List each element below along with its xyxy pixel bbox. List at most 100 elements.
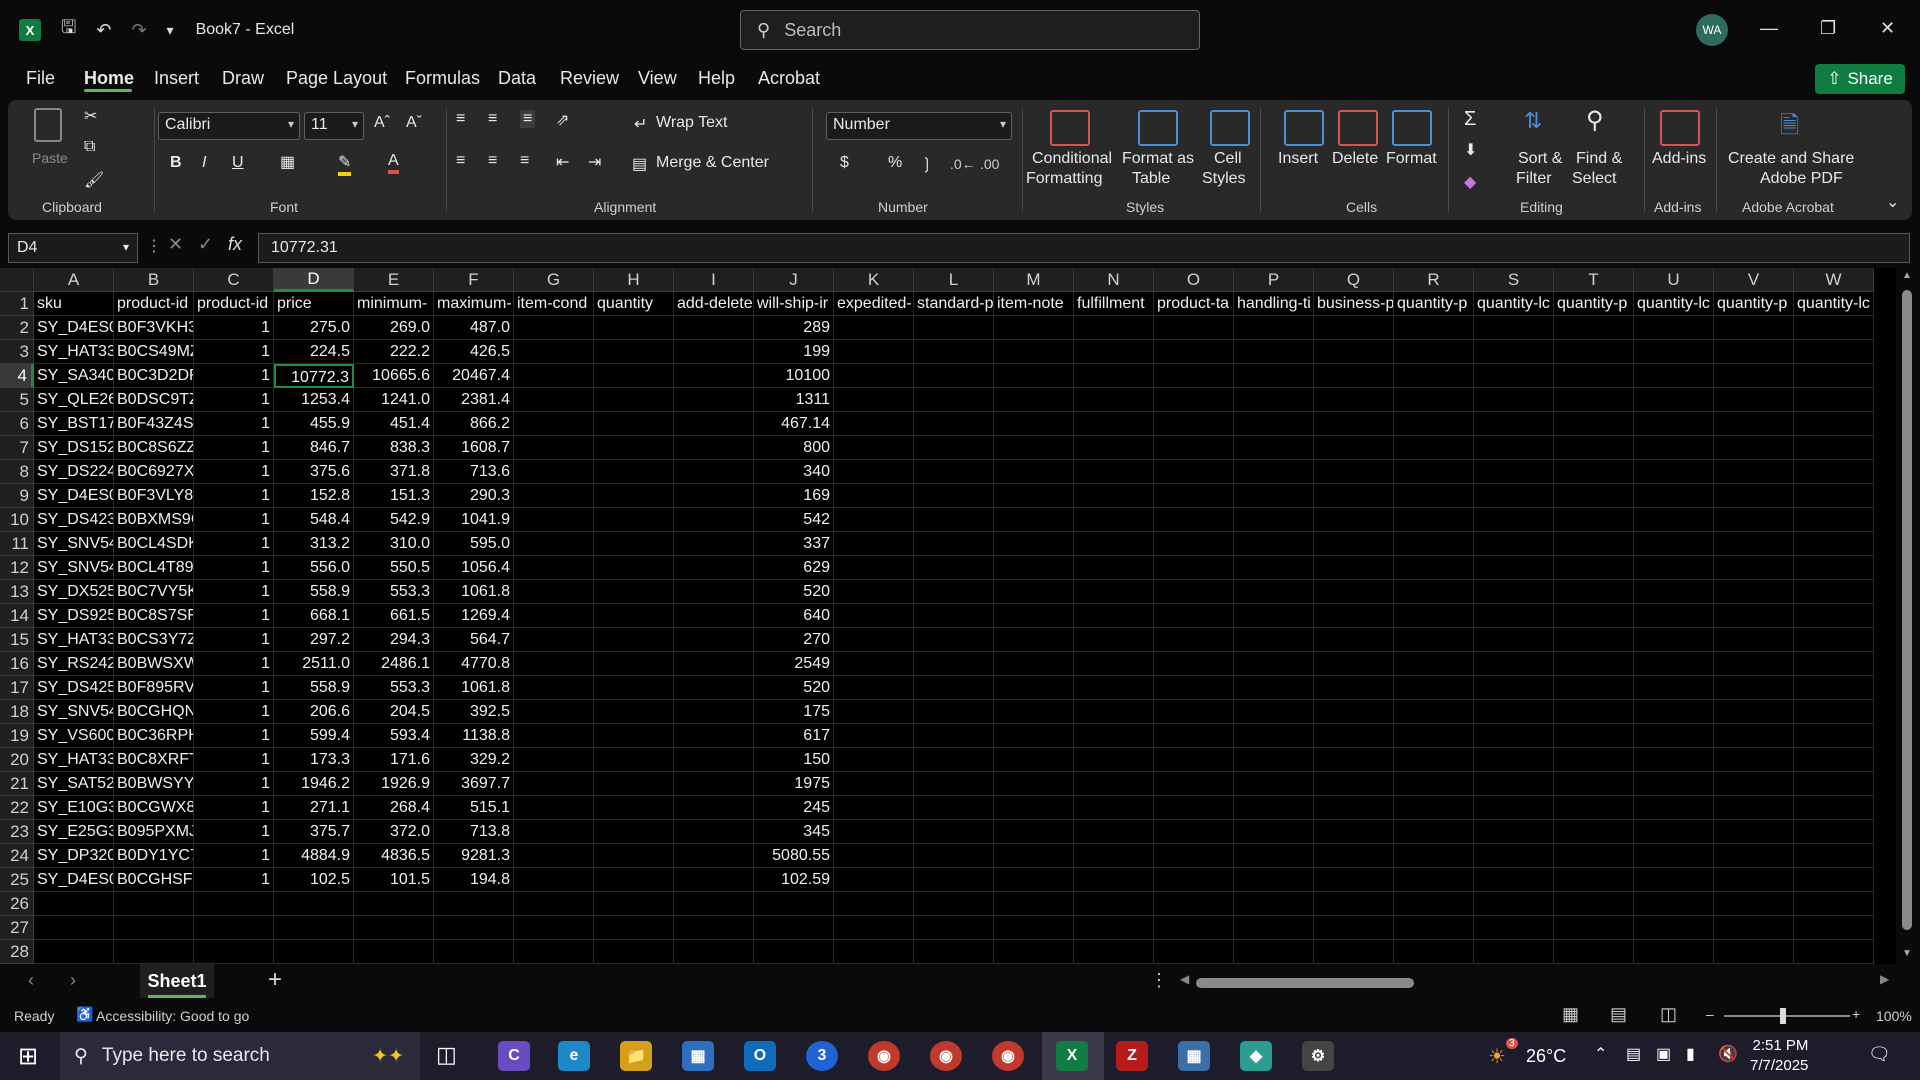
cell-b17[interactable]: B0F895RV (114, 676, 194, 700)
cell-s23[interactable] (1474, 820, 1554, 844)
cell-h27[interactable] (594, 916, 674, 940)
cell-t26[interactable] (1554, 892, 1634, 916)
cell-k27[interactable] (834, 916, 914, 940)
row-header-19[interactable]: 19 (0, 724, 34, 748)
cell-e10[interactable]: 542.9 (354, 508, 434, 532)
teams-icon[interactable]: 3 (806, 1041, 838, 1071)
cell-l7[interactable] (914, 436, 994, 460)
cell-k20[interactable] (834, 748, 914, 772)
cell-n6[interactable] (1074, 412, 1154, 436)
cell-m2[interactable] (994, 316, 1074, 340)
cell-v9[interactable] (1714, 484, 1794, 508)
cell-q18[interactable] (1314, 700, 1394, 724)
cell-m10[interactable] (994, 508, 1074, 532)
sheet-tab-sheet1[interactable]: Sheet1 (140, 964, 214, 998)
cell-g15[interactable] (514, 628, 594, 652)
cell-n15[interactable] (1074, 628, 1154, 652)
cell-m9[interactable] (994, 484, 1074, 508)
cell-a2[interactable]: SY_D4ES0 (34, 316, 114, 340)
cell-p19[interactable] (1234, 724, 1314, 748)
cell-e16[interactable]: 2486.1 (354, 652, 434, 676)
cell-k17[interactable] (834, 676, 914, 700)
cell-k2[interactable] (834, 316, 914, 340)
cell-p5[interactable] (1234, 388, 1314, 412)
cell-f23[interactable]: 713.8 (434, 820, 514, 844)
cell-c20[interactable]: 1 (194, 748, 274, 772)
cell-d11[interactable]: 313.2 (274, 532, 354, 556)
cell-j22[interactable]: 245 (754, 796, 834, 820)
cell-b23[interactable]: B095PXMJ (114, 820, 194, 844)
row-header-9[interactable]: 9 (0, 484, 34, 508)
cell-c3[interactable]: 1 (194, 340, 274, 364)
next-sheet-icon[interactable]: › (70, 970, 76, 991)
cell-f8[interactable]: 713.6 (434, 460, 514, 484)
cell-p17[interactable] (1234, 676, 1314, 700)
cell-v13[interactable] (1714, 580, 1794, 604)
cell-i19[interactable] (674, 724, 754, 748)
cell-i7[interactable] (674, 436, 754, 460)
cell-c23[interactable]: 1 (194, 820, 274, 844)
cell-n25[interactable] (1074, 868, 1154, 892)
cell-g14[interactable] (514, 604, 594, 628)
cell-m4[interactable] (994, 364, 1074, 388)
cell-g20[interactable] (514, 748, 594, 772)
cell-h22[interactable] (594, 796, 674, 820)
clock[interactable]: 2:51 PM 7/7/2025 (1750, 1036, 1808, 1076)
cell-d9[interactable]: 152.8 (274, 484, 354, 508)
cell-r15[interactable] (1394, 628, 1474, 652)
horizontal-scroll-thumb[interactable] (1196, 978, 1414, 988)
cell-f11[interactable]: 595.0 (434, 532, 514, 556)
cell-s8[interactable] (1474, 460, 1554, 484)
cell-b14[interactable]: B0C8S7SF (114, 604, 194, 628)
cell-p1[interactable]: handling-ti (1234, 292, 1314, 316)
cell-t21[interactable] (1554, 772, 1634, 796)
edge-icon[interactable]: e (558, 1041, 590, 1071)
chevron-up-icon[interactable]: ⌃ (1594, 1044, 1607, 1064)
cell-l15[interactable] (914, 628, 994, 652)
cell-c21[interactable]: 1 (194, 772, 274, 796)
cell-j26[interactable] (754, 892, 834, 916)
cell-q11[interactable] (1314, 532, 1394, 556)
column-header-n[interactable]: N (1074, 268, 1154, 292)
taskbar-search[interactable]: ⚲ Type here to search ✦✦ (60, 1032, 420, 1080)
cell-l14[interactable] (914, 604, 994, 628)
cell-i12[interactable] (674, 556, 754, 580)
cell-r4[interactable] (1394, 364, 1474, 388)
cell-p23[interactable] (1234, 820, 1314, 844)
row-header-3[interactable]: 3 (0, 340, 34, 364)
column-header-q[interactable]: Q (1314, 268, 1394, 292)
settings-icon[interactable]: ⚙ (1302, 1041, 1334, 1071)
row-header-23[interactable]: 23 (0, 820, 34, 844)
cell-s21[interactable] (1474, 772, 1554, 796)
borders-icon[interactable]: ▦ (280, 152, 295, 172)
cell-c16[interactable]: 1 (194, 652, 274, 676)
cell-g2[interactable] (514, 316, 594, 340)
cell-i27[interactable] (674, 916, 754, 940)
cell-i8[interactable] (674, 460, 754, 484)
cell-s26[interactable] (1474, 892, 1554, 916)
collapse-ribbon-icon[interactable]: ⌄ (1886, 192, 1899, 212)
cell-b13[interactable]: B0C7VY5K (114, 580, 194, 604)
restore-icon[interactable]: ❐ (1820, 18, 1836, 39)
cell-l23[interactable] (914, 820, 994, 844)
cell-e24[interactable]: 4836.5 (354, 844, 434, 868)
format-painter-icon[interactable]: 🖌 (84, 170, 104, 190)
cell-t3[interactable] (1554, 340, 1634, 364)
cell-s19[interactable] (1474, 724, 1554, 748)
font-color-icon[interactable]: A (388, 152, 399, 174)
cell-f26[interactable] (434, 892, 514, 916)
format-cells-icon[interactable] (1392, 110, 1432, 146)
cell-o26[interactable] (1154, 892, 1234, 916)
app-diamond-icon[interactable]: ◆ (1240, 1041, 1272, 1071)
cell-g28[interactable] (514, 940, 594, 964)
cell-p15[interactable] (1234, 628, 1314, 652)
cell-d25[interactable]: 102.5 (274, 868, 354, 892)
cell-g25[interactable] (514, 868, 594, 892)
cell-p28[interactable] (1234, 940, 1314, 964)
cell-h6[interactable] (594, 412, 674, 436)
cell-j21[interactable]: 1975 (754, 772, 834, 796)
cell-v28[interactable] (1714, 940, 1794, 964)
cell-u6[interactable] (1634, 412, 1714, 436)
cell-o15[interactable] (1154, 628, 1234, 652)
cell-t13[interactable] (1554, 580, 1634, 604)
